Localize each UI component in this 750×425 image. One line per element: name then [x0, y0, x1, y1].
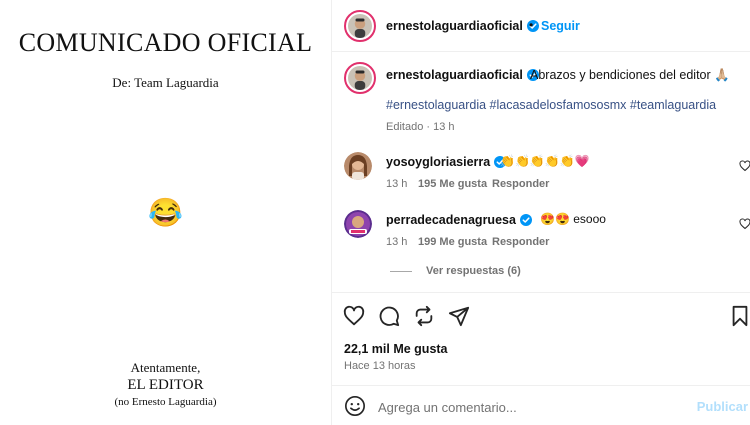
caption-hashtags[interactable]: #ernestolaguardia #lacasadelosfamososmx … [386, 98, 716, 112]
comment-likes-text[interactable]: 199 Me gusta [418, 236, 487, 248]
reply-button[interactable]: Responder [492, 178, 549, 190]
caption-avatar[interactable] [344, 62, 376, 94]
follow-button[interactable]: Seguir [541, 19, 580, 33]
caption-username-text[interactable]: ernestolaguardiaoficial [386, 68, 523, 82]
view-replies-button[interactable]: Ver respuestas (6) [426, 265, 521, 277]
comment-avatar[interactable] [344, 210, 372, 238]
comment-likes[interactable]: 199 Me gusta [418, 236, 487, 248]
statement-signature: EL EDITOR [127, 377, 204, 393]
statement-signature-note: (no Ernesto Laguardia) [114, 396, 217, 408]
comment-bubble-icon[interactable] [378, 305, 400, 327]
statement-title: COMUNICADO OFICIAL [18, 28, 313, 57]
author-username-text[interactable]: ernestolaguardiaoficial [386, 19, 523, 33]
comment-time: 13 h [386, 178, 408, 190]
caption-meta: Editado · 13 h [386, 121, 455, 133]
comment-username-text[interactable]: perradecadenagruesa [386, 213, 516, 227]
comment-text: 😍😍 esooo [540, 212, 606, 226]
author-avatar[interactable] [344, 10, 376, 42]
statement-closing: Atentamente, [130, 360, 201, 375]
comment-username[interactable]: yosoygloriasierra [386, 155, 507, 169]
comment-likes-text[interactable]: 195 Me gusta [418, 178, 487, 190]
save-bookmark-icon[interactable] [730, 305, 750, 327]
comment-like-heart-icon[interactable] [739, 160, 750, 172]
view-replies-line [390, 271, 412, 272]
comment-username-text[interactable]: yosoygloriasierra [386, 155, 490, 169]
author-username[interactable]: ernestolaguardiaoficial [386, 19, 539, 33]
comment-text: 👏👏👏👏👏💗 [500, 154, 590, 168]
post-time: Hace 13 horas [344, 360, 416, 372]
statement-from: De: Team Laguardia [112, 75, 219, 90]
author-photo [348, 14, 372, 38]
post-image[interactable]: COMUNICADO OFICIAL De: Team Laguardia 😂 … [0, 0, 331, 425]
comment-time: 13 h [386, 236, 408, 248]
post-actions: 22,1 mil Me gusta Hace 13 horas Publicar [332, 292, 750, 425]
like-heart-icon[interactable] [343, 305, 365, 327]
caption-author-photo [348, 66, 372, 90]
comment-username[interactable]: perradecadenagruesa [386, 213, 532, 227]
verified-badge-icon [519, 214, 532, 226]
comment-likes[interactable]: 195 Me gusta [418, 178, 487, 190]
laughing-emoji: 😂 [148, 197, 183, 228]
publish-button[interactable]: Publicar [697, 399, 748, 414]
commenter-photo [344, 210, 372, 238]
post-side-panel: ernestolaguardiaoficial • Seguir ernesto… [332, 0, 750, 425]
caption-text: Abrazos y bendiciones del editor 🙏🏼 [530, 68, 730, 82]
post-header: ernestolaguardiaoficial • Seguir [332, 0, 750, 52]
reply-button[interactable]: Responder [492, 236, 549, 248]
add-comment-bar: Publicar [332, 385, 750, 425]
commenter-photo [344, 152, 372, 180]
comment-like-heart-icon[interactable] [739, 218, 750, 230]
comment-input[interactable] [378, 397, 678, 417]
header-separator: • [529, 18, 534, 32]
repost-icon[interactable] [413, 305, 435, 327]
comment-avatar[interactable] [344, 152, 372, 180]
emoji-smiley-icon[interactable] [344, 395, 366, 417]
likes-count[interactable]: 22,1 mil Me gusta [344, 342, 448, 356]
share-paper-plane-icon[interactable] [448, 305, 470, 327]
caption-username[interactable]: ernestolaguardiaoficial [386, 68, 539, 82]
